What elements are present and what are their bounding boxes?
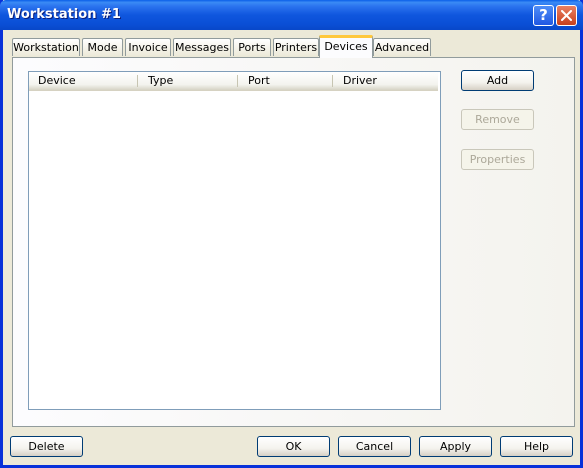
close-x-glyph [561, 10, 572, 21]
close-icon[interactable] [556, 5, 577, 26]
apply-button[interactable]: Apply [419, 436, 492, 457]
tab-ports[interactable]: Ports [233, 38, 271, 56]
column-header-device[interactable]: Device [29, 72, 138, 90]
list-header: Device Type Port Driver [29, 72, 438, 91]
tab-advanced[interactable]: Advanced [373, 38, 431, 56]
tab-invoice[interactable]: Invoice [125, 38, 171, 56]
column-divider[interactable] [137, 75, 138, 87]
column-header-type[interactable]: Type [139, 72, 238, 90]
tab-messages[interactable]: Messages [173, 38, 231, 56]
tab-mode[interactable]: Mode [82, 38, 123, 56]
delete-button[interactable]: Delete [10, 436, 83, 457]
tab-devices[interactable]: Devices [319, 35, 373, 58]
tab-printers[interactable]: Printers [273, 38, 319, 56]
add-button[interactable]: Add [461, 70, 534, 91]
window-title: Workstation #1 [7, 7, 121, 22]
column-divider[interactable] [237, 75, 238, 87]
properties-button[interactable]: Properties [461, 149, 534, 170]
cancel-button[interactable]: Cancel [338, 436, 411, 457]
title-bar[interactable]: Workstation #1 ? [0, 0, 583, 30]
help-button[interactable]: Help [500, 436, 573, 457]
help-icon[interactable]: ? [533, 5, 554, 26]
tab-workstation[interactable]: Workstation [12, 38, 80, 56]
column-header-driver[interactable]: Driver [334, 72, 438, 90]
devices-tab-panel: Device Type Port Driver Add Remove Prope… [12, 57, 575, 427]
column-header-port[interactable]: Port [239, 72, 333, 90]
ok-button[interactable]: OK [257, 436, 330, 457]
column-divider[interactable] [332, 75, 333, 87]
devices-list-view[interactable]: Device Type Port Driver [28, 71, 441, 410]
remove-button[interactable]: Remove [461, 109, 534, 130]
dialog-window: Workstation #1 ? Workstation Mode Invoic… [0, 0, 583, 468]
